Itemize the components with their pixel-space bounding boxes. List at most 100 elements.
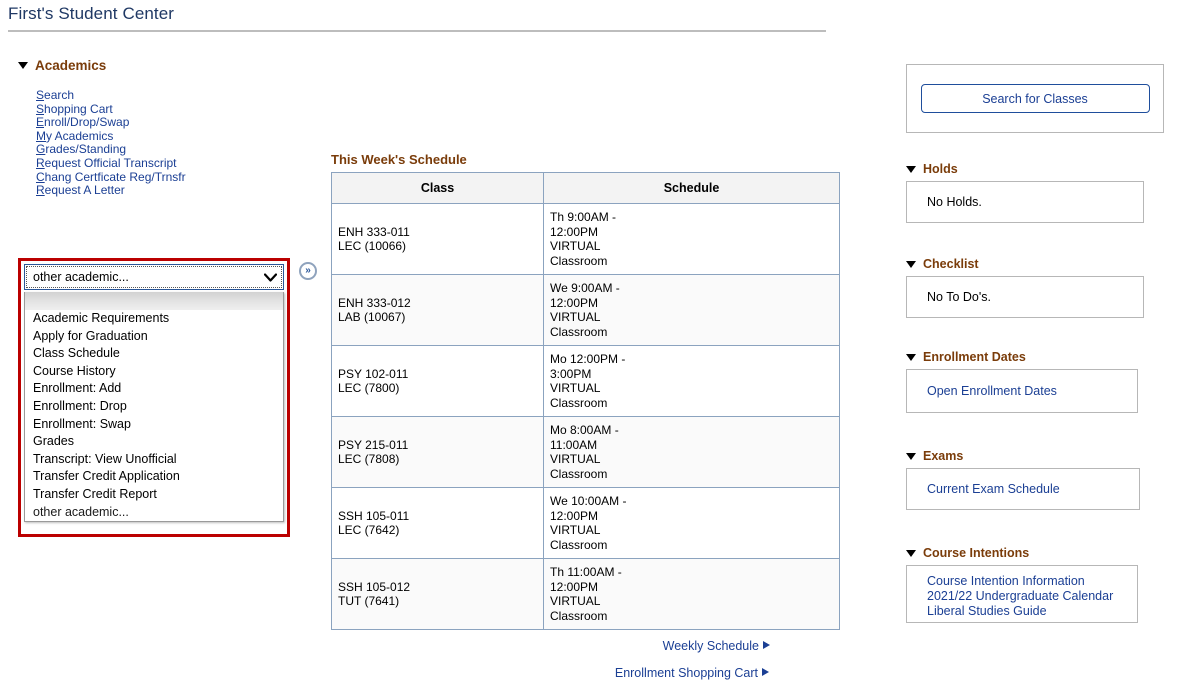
meeting-time-end: 12:00PM [550,295,599,310]
schedule-table-row: ENH 333-012 LAB (10067) We 9:00AM -12:00PM… [331,274,840,346]
column-header-class: Class [331,172,544,204]
triangle-right-icon [763,641,770,649]
dropdown-option-list[interactable]: Academic Requirements Apply for Graduatio… [24,292,284,523]
course-intentions-link-2[interactable]: Liberal Studies Guide [927,604,1113,619]
academics-link-list: Search Shopping Cart Enroll/Drop/Swap My Ac… [36,88,318,198]
holds-section-header[interactable]: Holds [906,162,1168,176]
meeting-time-end: 11:00AM [550,437,598,452]
class-cell: ENH 333-012 LAB (10067) [331,274,544,346]
dropdown-option-0[interactable] [25,292,283,310]
enrollment-dates-block: Enrollment Dates Open Enrollment Dates [906,350,1168,413]
enrollment-shopping-cart-link[interactable]: Enrollment Shopping Cart [615,666,769,680]
dropdown-option-11[interactable]: Transfer Credit Report [25,486,283,504]
link-label-rest: equest A Letter [44,183,125,198]
accesskey-letter: R [36,155,45,170]
room-line-1: VIRTUAL [550,594,601,608]
class-cell: PSY 215-011 LEC (7808) [331,416,544,488]
accesskey-letter: M [36,128,46,143]
class-component: LEC (7808) [338,452,400,466]
meeting-time-start: We 10:00AM - [550,494,627,508]
room-line-1: VIRTUAL [550,310,601,324]
page-title: First's Student Center [8,4,175,23]
double-chevron-right-icon[interactable]: » [299,262,317,280]
academics-link-7[interactable]: Request A Letter [36,183,318,198]
triangle-down-icon [906,260,916,268]
dropdown-option-5[interactable]: Enrollment: Add [25,380,283,398]
room-line-1: VIRTUAL [550,523,601,537]
schedule-cell: We 9:00AM -12:00PM VIRTUAL Classroom [543,274,840,346]
course-intentions-panel: Course Intention Information 2021/22 Unde… [906,565,1138,623]
academics-link-0[interactable]: Search [36,88,318,103]
left-navigation-column: Academics Search Shopping Cart Enroll/Drop… [18,58,318,198]
schedule-table-row: SSH 105-012 TUT (7641) Th 11:00AM -12:00PM… [331,558,840,630]
dropdown-option-3[interactable]: Class Schedule [25,345,283,363]
course-intentions-link-0[interactable]: Course Intention Information [927,574,1113,589]
this-week-schedule-section: This Week's Schedule Class Schedule ENH … [331,152,843,693]
exams-panel: Current Exam Schedule [906,468,1140,510]
dropdown-option-8[interactable]: Grades [25,433,283,451]
enrollment-dates-section-header[interactable]: Enrollment Dates [906,350,1168,364]
room-line-2: Classroom [550,253,608,268]
column-header-schedule: Schedule [543,172,840,204]
class-cell: SSH 105-011 LEC (7642) [331,487,544,559]
shopping-cart-link-row: Enrollment Shopping Cart [331,666,843,680]
room-line-2: Classroom [550,395,608,410]
academics-link-1[interactable]: Shopping Cart [36,102,318,117]
triangle-down-icon [906,549,916,557]
room-line-2: Classroom [550,537,608,552]
right-sidebar: Search for Classes Holds No Holds. Check… [906,64,1168,623]
academics-link-2[interactable]: Enroll/Drop/Swap [36,115,318,130]
meeting-time-start: We 9:00AM - [550,281,620,295]
academics-link-6[interactable]: Chang Certficate Reg/Trnsfr [36,169,318,185]
triangle-down-icon [906,353,916,361]
academics-link-4[interactable]: Grades/Standing [36,143,318,157]
academics-section-header[interactable]: Academics [18,58,318,73]
dropdown-option-12[interactable]: other academic... [25,504,283,522]
chevron-down-icon[interactable] [257,272,283,282]
room-line-1: VIRTUAL [550,239,601,253]
meeting-time-start: Th 9:00AM - [550,210,617,224]
meeting-time-start: Mo 12:00PM - [550,352,626,366]
academics-link-5[interactable]: Request Official Transcript [36,155,318,171]
course-intentions-link-1[interactable]: 2021/22 Undergraduate Calendar [927,589,1113,604]
link-label-rest: nroll/Drop/Swap [44,115,130,130]
open-enrollment-dates-link[interactable]: Open Enrollment Dates [927,384,1057,399]
course-intentions-section-header[interactable]: Course Intentions [906,546,1168,560]
search-classes-panel: Search for Classes [906,64,1164,133]
holds-text: No Holds. [927,195,982,209]
weekly-schedule-link[interactable]: Weekly Schedule [663,639,770,653]
other-academic-dropdown[interactable]: other academic... Academic Requirements A… [18,258,290,537]
dropdown-option-6[interactable]: Enrollment: Drop [25,398,283,416]
checklist-text: No To Do's. [927,290,991,304]
schedule-cell: Th 11:00AM -12:00PM VIRTUAL Classroom [543,558,840,630]
accesskey-letter: S [36,88,45,102]
dropdown-option-4[interactable]: Course History [25,363,283,381]
schedule-cell: Th 9:00AM -12:00PM VIRTUAL Classroom [543,203,840,275]
room-line-1: VIRTUAL [550,381,601,395]
class-component: LEC (7642) [338,523,400,537]
dropdown-option-1[interactable]: Academic Requirements [25,310,283,328]
exams-section-header[interactable]: Exams [906,449,1168,463]
dropdown-option-2[interactable]: Apply for Graduation [25,328,283,346]
current-exam-schedule-link[interactable]: Current Exam Schedule [927,482,1060,497]
dropdown-option-7[interactable]: Enrollment: Swap [25,416,283,434]
meeting-time-start: Th 11:00AM - [550,565,622,579]
dropdown-select-box[interactable]: other academic... [24,264,284,290]
accesskey-letter: C [36,169,45,184]
enrollment-dates-panel: Open Enrollment Dates [906,369,1138,413]
checklist-section-header[interactable]: Checklist [906,257,1168,271]
holds-panel: No Holds. [906,181,1144,223]
schedule-cell: Mo 12:00PM -3:00PM VIRTUAL Classroom [543,345,840,417]
class-code: PSY 215-011 [338,437,409,452]
dropdown-option-10[interactable]: Transfer Credit Application [25,468,283,486]
link-label-rest: rades/Standing [45,142,127,157]
academics-link-3[interactable]: My Academics [36,128,318,144]
page-header: First's Student Center [0,0,830,32]
expand-glyph: » [305,265,311,276]
checklist-panel: No To Do's. [906,276,1144,318]
meeting-time-end: 12:00PM [550,224,599,239]
dropdown-option-9[interactable]: Transcript: View Unofficial [25,451,283,469]
triangle-down-icon [18,62,28,69]
header-divider [8,30,826,32]
search-for-classes-button[interactable]: Search for Classes [920,84,1150,113]
